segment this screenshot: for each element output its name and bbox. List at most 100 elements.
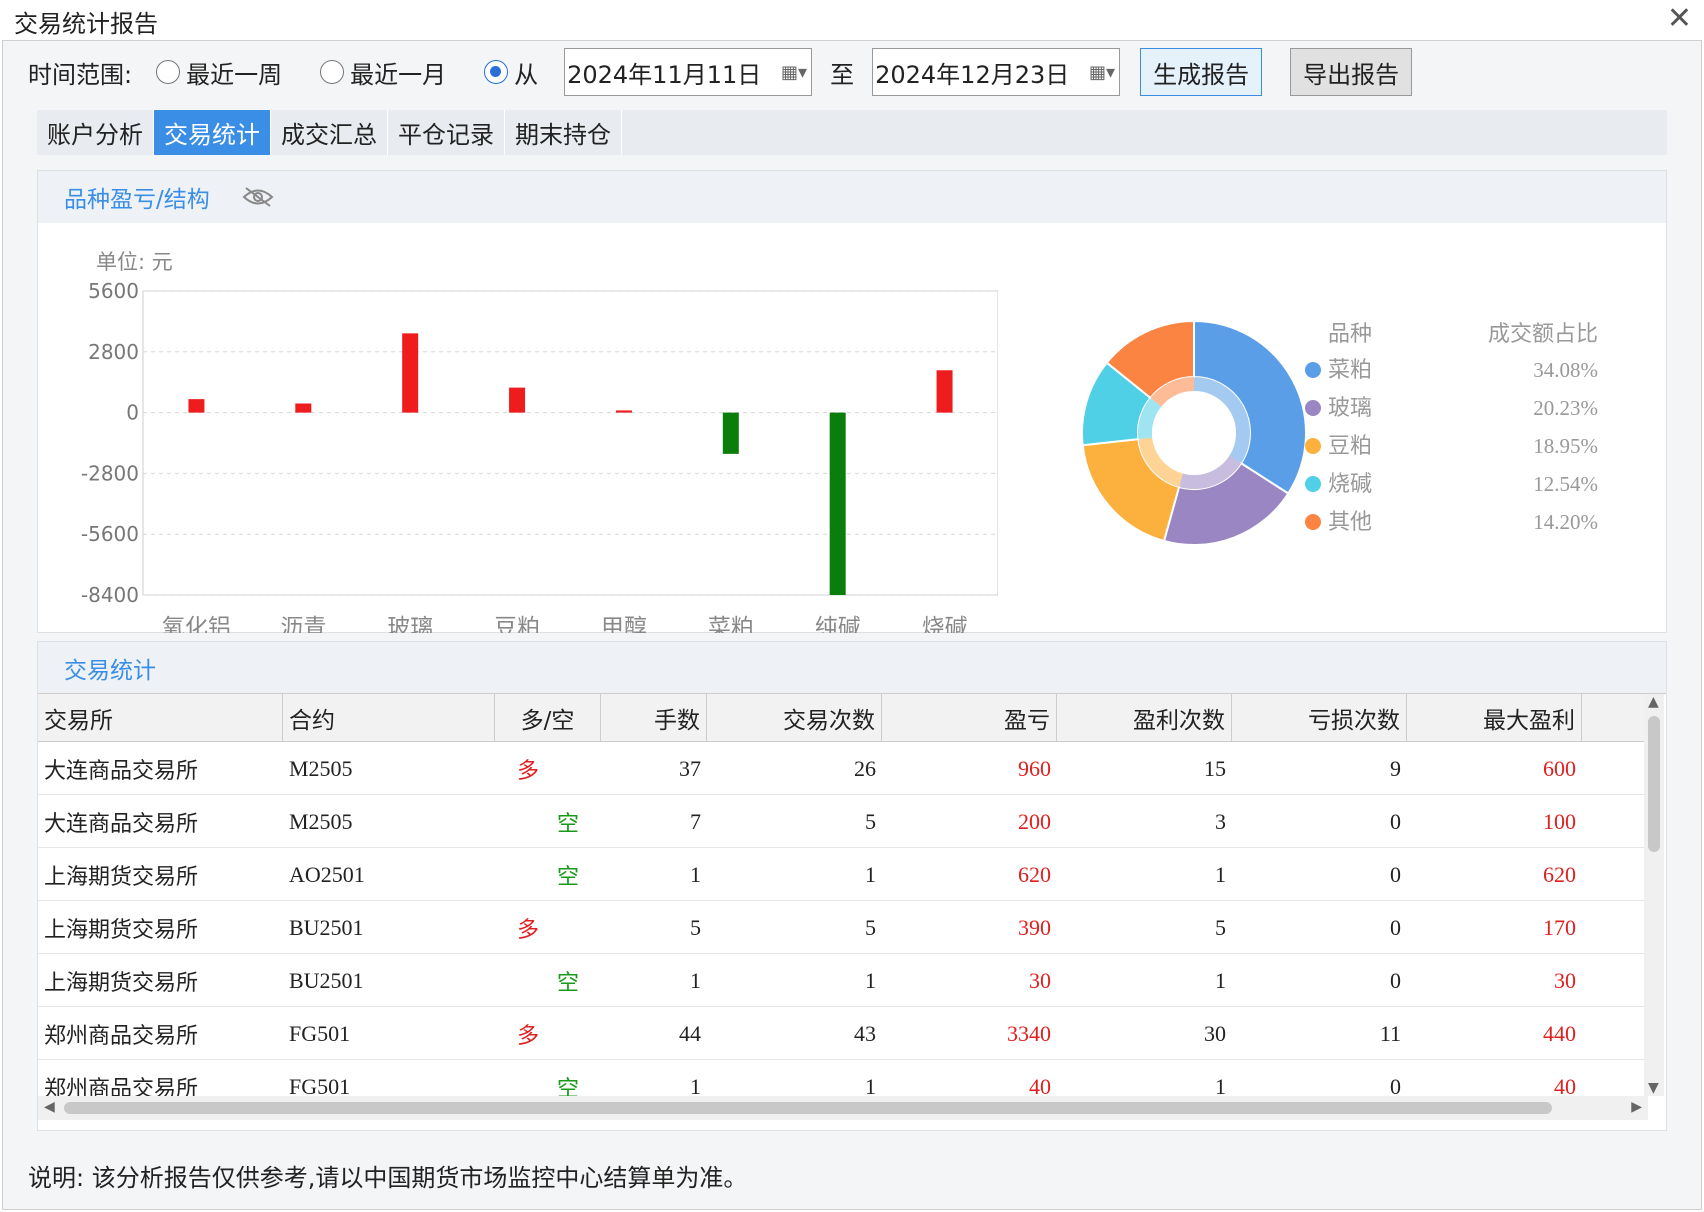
generate-report-button[interactable]: 生成报告 [1140,48,1263,96]
radio-circle-icon [156,60,181,84]
cell-contract: FG501 [289,1020,351,1046]
table-row[interactable]: 上海期货交易所 AO2501 空 1 1 620 1 0 620 [38,848,1648,901]
cell-trade-count: 1 [865,967,876,993]
pnl-bar-chart: 单位: 元 5600 2800 0 -2800 -5600 -8400 氧化铝 沥青 玻璃 豆粕 甲醇… [81,250,998,633]
table-row[interactable]: 大连商品交易所 M2505 多 37 26 960 15 9 600 [38,742,1648,795]
cell-pnl: 30 [1029,967,1051,993]
horizontal-scrollbar[interactable]: ◀ ▶ [38,1096,1648,1120]
scroll-right-icon[interactable]: ▶ [1631,1099,1642,1115]
x-tick-label: 纯碱 [815,615,861,633]
y-tick-label: -5600 [81,522,139,546]
date-to-picker[interactable]: 2024年12月23日 ▦▾ [872,48,1121,96]
column-header-contract[interactable]: 合约 [283,694,495,742]
bar-纯碱 [829,412,846,595]
cell-contract: M2505 [289,808,353,834]
bar-菜粕 [722,412,739,454]
radio-label: 最近一月 [350,60,447,89]
tab-trade-summary[interactable]: 成交汇总 [271,110,388,155]
scroll-down-icon[interactable]: ▼ [1648,1080,1659,1096]
tab-end-positions[interactable]: 期末持仓 [505,110,622,155]
panel-header: 交易统计 [38,642,1666,694]
bar-玻璃 [402,333,419,413]
cell-loss-count: 9 [1390,755,1401,781]
calendar-icon[interactable]: ▦▾ [1089,62,1115,83]
time-range-label: 时间范围: [28,60,133,89]
panel-header: 品种盈亏/结构 [38,171,1666,223]
plot-area [142,290,998,596]
column-header-loss-count[interactable]: 亏损次数 [1232,694,1407,742]
bar-沥青 [295,403,312,413]
cell-exchange: 郑州商品交易所 [44,1023,199,1049]
column-header-direction[interactable]: 多/空 [495,694,601,742]
x-tick-label: 烧碱 [922,615,968,633]
turnover-pie-chart: 品种 成交额占比菜粕 34.08% 玻璃 20.23% 豆粕 18.95% 烧碱 12.54% 其… [1081,319,1598,546]
y-tick-label: 5600 [88,279,139,303]
column-header-trade-count[interactable]: 交易次数 [707,694,882,742]
cell-direction: 空 [556,970,579,996]
cell-pnl: 390 [1018,914,1051,940]
cell-lots: 7 [690,808,701,834]
cell-contract: AO2501 [289,861,365,887]
disclaimer-note: 说明: 该分析报告仅供参考,请以中国期货市场监控中心结算单为准。 [28,1164,748,1192]
vertical-scroll-thumb[interactable] [1648,716,1660,852]
export-report-button[interactable]: 导出报告 [1290,48,1413,96]
radio-from[interactable]: 从 [484,55,538,90]
column-header-exchange[interactable]: 交易所 [38,694,283,742]
toolbar: 时间范围: 最近一周 最近一月 从 2024年11月11日 ▦▾ 至 2024年1… [28,48,1413,96]
radio-last-month[interactable]: 最近一月 [320,55,446,90]
radio-last-week[interactable]: 最近一周 [156,55,282,90]
cell-trade-count: 1 [865,861,876,887]
date-to-value: 2024年12月23日 [875,60,1070,89]
table-row[interactable]: 郑州商品交易所 FG501 多 44 43 3340 30 11 440 [38,1007,1648,1060]
eye-hidden-icon[interactable] [242,186,274,208]
cell-loss-count: 11 [1379,1020,1401,1046]
scroll-left-icon[interactable]: ◀ [44,1099,55,1115]
legend-label: 菜粕 [1328,358,1372,383]
cell-loss-count: 0 [1390,967,1401,993]
legend-dot [1305,362,1321,378]
calendar-icon[interactable]: ▦▾ [781,62,807,83]
cell-lots: 5 [690,914,701,940]
legend-dot [1305,514,1321,530]
cell-pnl: 620 [1018,861,1051,887]
legend-label: 玻璃 [1328,396,1372,421]
scroll-up-icon[interactable]: ▲ [1648,694,1659,710]
cell-contract: M2505 [289,755,353,781]
vertical-scrollbar[interactable]: ▲ ▼ [1644,694,1664,1096]
cell-direction: 空 [556,811,579,837]
radio-label: 最近一周 [186,60,283,89]
to-label: 至 [830,60,855,89]
cell-win-count: 15 [1204,755,1226,781]
date-from-picker[interactable]: 2024年11月11日 ▦▾ [564,48,813,96]
cell-lots: 1 [690,861,701,887]
legend-label: 其他 [1328,510,1372,535]
column-header-win-count[interactable]: 盈利次数 [1057,694,1232,742]
cell-trade-count: 43 [854,1020,876,1046]
legend-value: 12.54% [1533,472,1598,496]
table-row[interactable]: 上海期货交易所 BU2501 多 5 5 390 5 0 170 [38,901,1648,954]
close-icon[interactable]: ✕ [1667,2,1692,36]
table-row[interactable]: 上海期货交易所 BU2501 空 1 1 30 1 0 30 [38,954,1648,1007]
tab-close-records[interactable]: 平仓记录 [388,110,505,155]
tab-trade-statistics[interactable]: 交易统计 [154,110,271,155]
cell-win-count: 1 [1215,861,1226,887]
column-header-lots[interactable]: 手数 [601,694,707,742]
cell-pnl: 3340 [1007,1020,1051,1046]
legend-value: 34.08% [1533,358,1598,382]
panel-title: 品种盈亏/结构 [64,187,210,213]
horizontal-scroll-thumb[interactable] [64,1102,1552,1114]
unit-label: 单位: 元 [96,250,173,274]
legend-value: 20.23% [1533,396,1598,420]
radio-selected-icon [484,60,509,84]
cell-lots: 1 [690,967,701,993]
column-header-pnl[interactable]: 盈亏 [882,694,1057,742]
cell-max-profit: 600 [1543,755,1576,781]
x-tick-label: 豆粕 [494,615,540,633]
cell-exchange: 上海期货交易所 [44,970,199,996]
tab-account-analysis[interactable]: 账户分析 [37,110,154,155]
column-header-max-profit[interactable]: 最大盈利 [1407,694,1582,742]
y-tick-label: -8400 [81,583,139,607]
x-tick-label: 氧化铝 [162,615,231,633]
cell-direction: 多 [517,917,540,943]
table-row[interactable]: 大连商品交易所 M2505 空 7 5 200 3 0 100 [38,795,1648,848]
